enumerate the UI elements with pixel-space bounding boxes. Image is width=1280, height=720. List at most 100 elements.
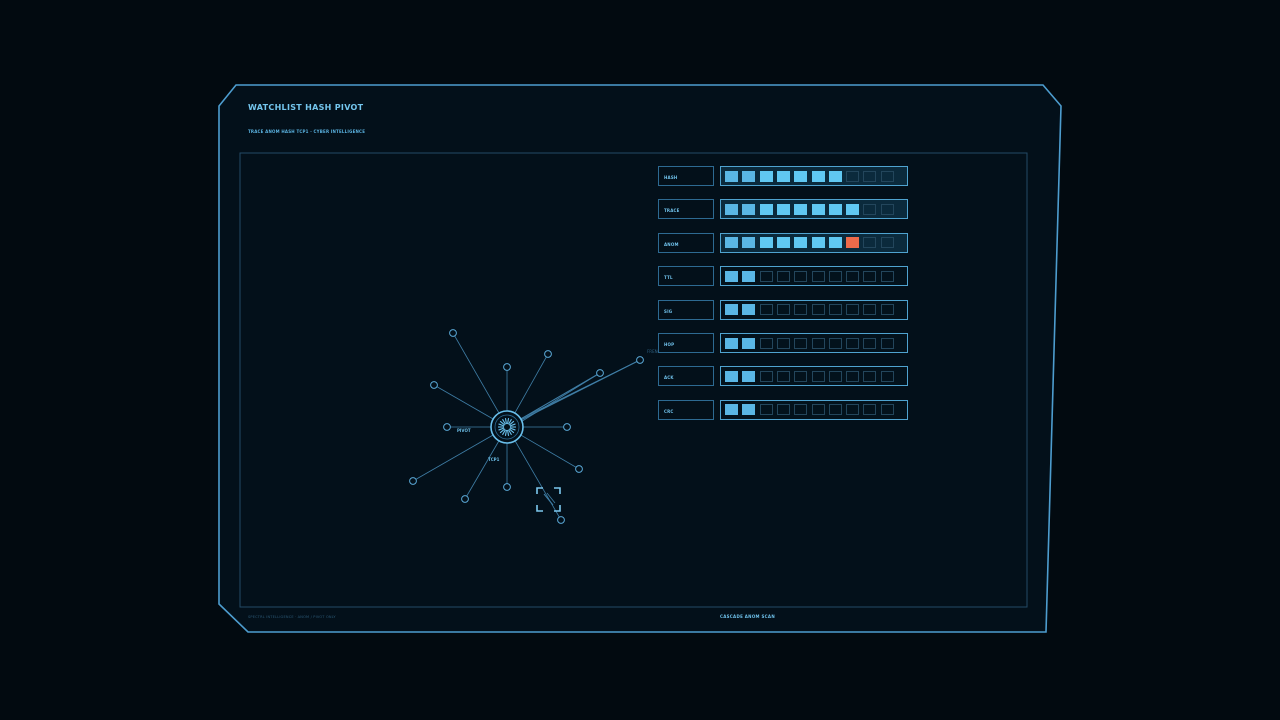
panel-subtitle: TRACE ANOM HASH TCP1 · CYBER INTELLIGENC… [248, 129, 366, 134]
meter-cell-filled [794, 170, 808, 182]
meter-cell-filled [742, 304, 756, 316]
meter-bar [720, 333, 908, 353]
meter-cell-empty [880, 404, 894, 416]
meter-cell-empty [776, 404, 790, 416]
meter-row-hop: HOP [658, 333, 908, 353]
meter-cell-empty [811, 270, 825, 282]
meter-cell-empty [811, 337, 825, 349]
meter-cell-empty [828, 270, 842, 282]
meter-row-ack: ACK [658, 366, 908, 387]
meter-cell-empty [863, 237, 877, 249]
meter-cell-filled [742, 203, 756, 215]
meter-cell-empty [794, 370, 808, 382]
meter-cell-filled [725, 370, 738, 382]
meter-row-anom: ANOM [658, 232, 908, 253]
meter-cell-filled [828, 170, 842, 182]
meter-cell-empty [776, 304, 790, 316]
meter-cell-filled [776, 170, 790, 182]
meter-cell-empty [846, 304, 860, 316]
graph-node [557, 516, 565, 524]
meter-cell-empty [759, 304, 773, 316]
meter-bar [720, 299, 908, 320]
meter-bar [720, 166, 908, 186]
meter-row-trace: TRACE [658, 199, 908, 220]
meter-cell-filled [759, 203, 773, 215]
meter-cell-alert [846, 237, 860, 249]
meter-cell-empty [863, 337, 877, 349]
meter-label-box: TRACE [658, 199, 714, 220]
hud-stage: WATCHLIST HASH PIVOT TRACE ANOM HASH TCP… [0, 0, 1280, 720]
meter-cell-empty [794, 270, 808, 282]
meter-label: TRACE [664, 208, 680, 214]
meter-cell-empty [880, 170, 894, 182]
meter-cell-empty [759, 370, 773, 382]
meter-cell-empty [880, 270, 894, 282]
graph-node [596, 369, 604, 377]
meter-cell-empty [880, 203, 894, 215]
graph-node [575, 465, 583, 473]
meter-cell-filled [725, 203, 738, 215]
meter-bar [720, 199, 908, 220]
graph-node [461, 495, 469, 503]
meter-cell-empty [759, 337, 773, 349]
meter-cell-empty [776, 270, 790, 282]
meter-label-box: CRC [658, 399, 714, 420]
hub-sub-label: TCP1 [488, 457, 500, 462]
meter-cell-empty [811, 304, 825, 316]
graph-node [449, 329, 457, 337]
meter-cell-empty [846, 370, 860, 382]
meter-cell-filled [759, 170, 773, 182]
meter-cell-filled [794, 203, 808, 215]
meter-cell-filled [828, 203, 842, 215]
meter-cell-filled [811, 170, 825, 182]
meter-cell-filled [725, 404, 738, 416]
hub-label: PIVOT [457, 428, 471, 433]
meter-cell-empty [828, 304, 842, 316]
meter-cell-filled [742, 170, 756, 182]
meter-cell-filled [828, 237, 842, 249]
meter-cell-empty [828, 404, 842, 416]
meter-label: TTL [664, 275, 673, 281]
meter-cell-filled [725, 170, 738, 182]
meter-cell-empty [880, 370, 894, 382]
meter-cell-filled [742, 404, 756, 416]
meter-cell-empty [880, 337, 894, 349]
meter-bar [720, 366, 908, 387]
footer-right-text: CASCADE ANOM SCAN [720, 614, 775, 619]
meter-cell-empty [863, 203, 877, 215]
meter-cell-empty [863, 404, 877, 416]
meter-cell-empty [794, 304, 808, 316]
meter-row-sig: SIG [658, 299, 908, 320]
meter-cell-filled [725, 337, 738, 349]
meter-label-box: ANOM [658, 232, 714, 253]
meter-cell-filled [725, 237, 738, 249]
meter-label: ACK [664, 375, 674, 381]
meter-cell-empty [846, 337, 860, 349]
meter-bar [720, 266, 908, 287]
graph-node [430, 381, 438, 389]
meter-bar [720, 232, 908, 253]
meter-cell-filled [742, 370, 756, 382]
meter-row-crc: CRC [658, 399, 908, 420]
graph-node [503, 363, 511, 371]
meter-cell-filled [742, 237, 756, 249]
graph-node [409, 477, 417, 485]
meter-cell-empty [828, 370, 842, 382]
meter-label: HOP [664, 342, 675, 347]
hub-node-ring [490, 410, 524, 444]
meter-cell-empty [811, 370, 825, 382]
meter-cell-empty [880, 304, 894, 316]
meter-cell-filled [725, 304, 738, 316]
meter-cell-empty [759, 270, 773, 282]
meter-cell-empty [828, 337, 842, 349]
meter-cell-empty [794, 404, 808, 416]
meter-cell-empty [759, 404, 773, 416]
meter-label-box: HOP [658, 333, 714, 353]
meter-cell-empty [880, 237, 894, 249]
meter-label: ANOM [664, 241, 679, 247]
graph-node [544, 350, 552, 358]
meter-row-ttl: TTL [658, 266, 908, 287]
meter-cell-filled [759, 237, 773, 249]
graph-node [443, 423, 451, 431]
panel-title: WATCHLIST HASH PIVOT [248, 103, 364, 112]
